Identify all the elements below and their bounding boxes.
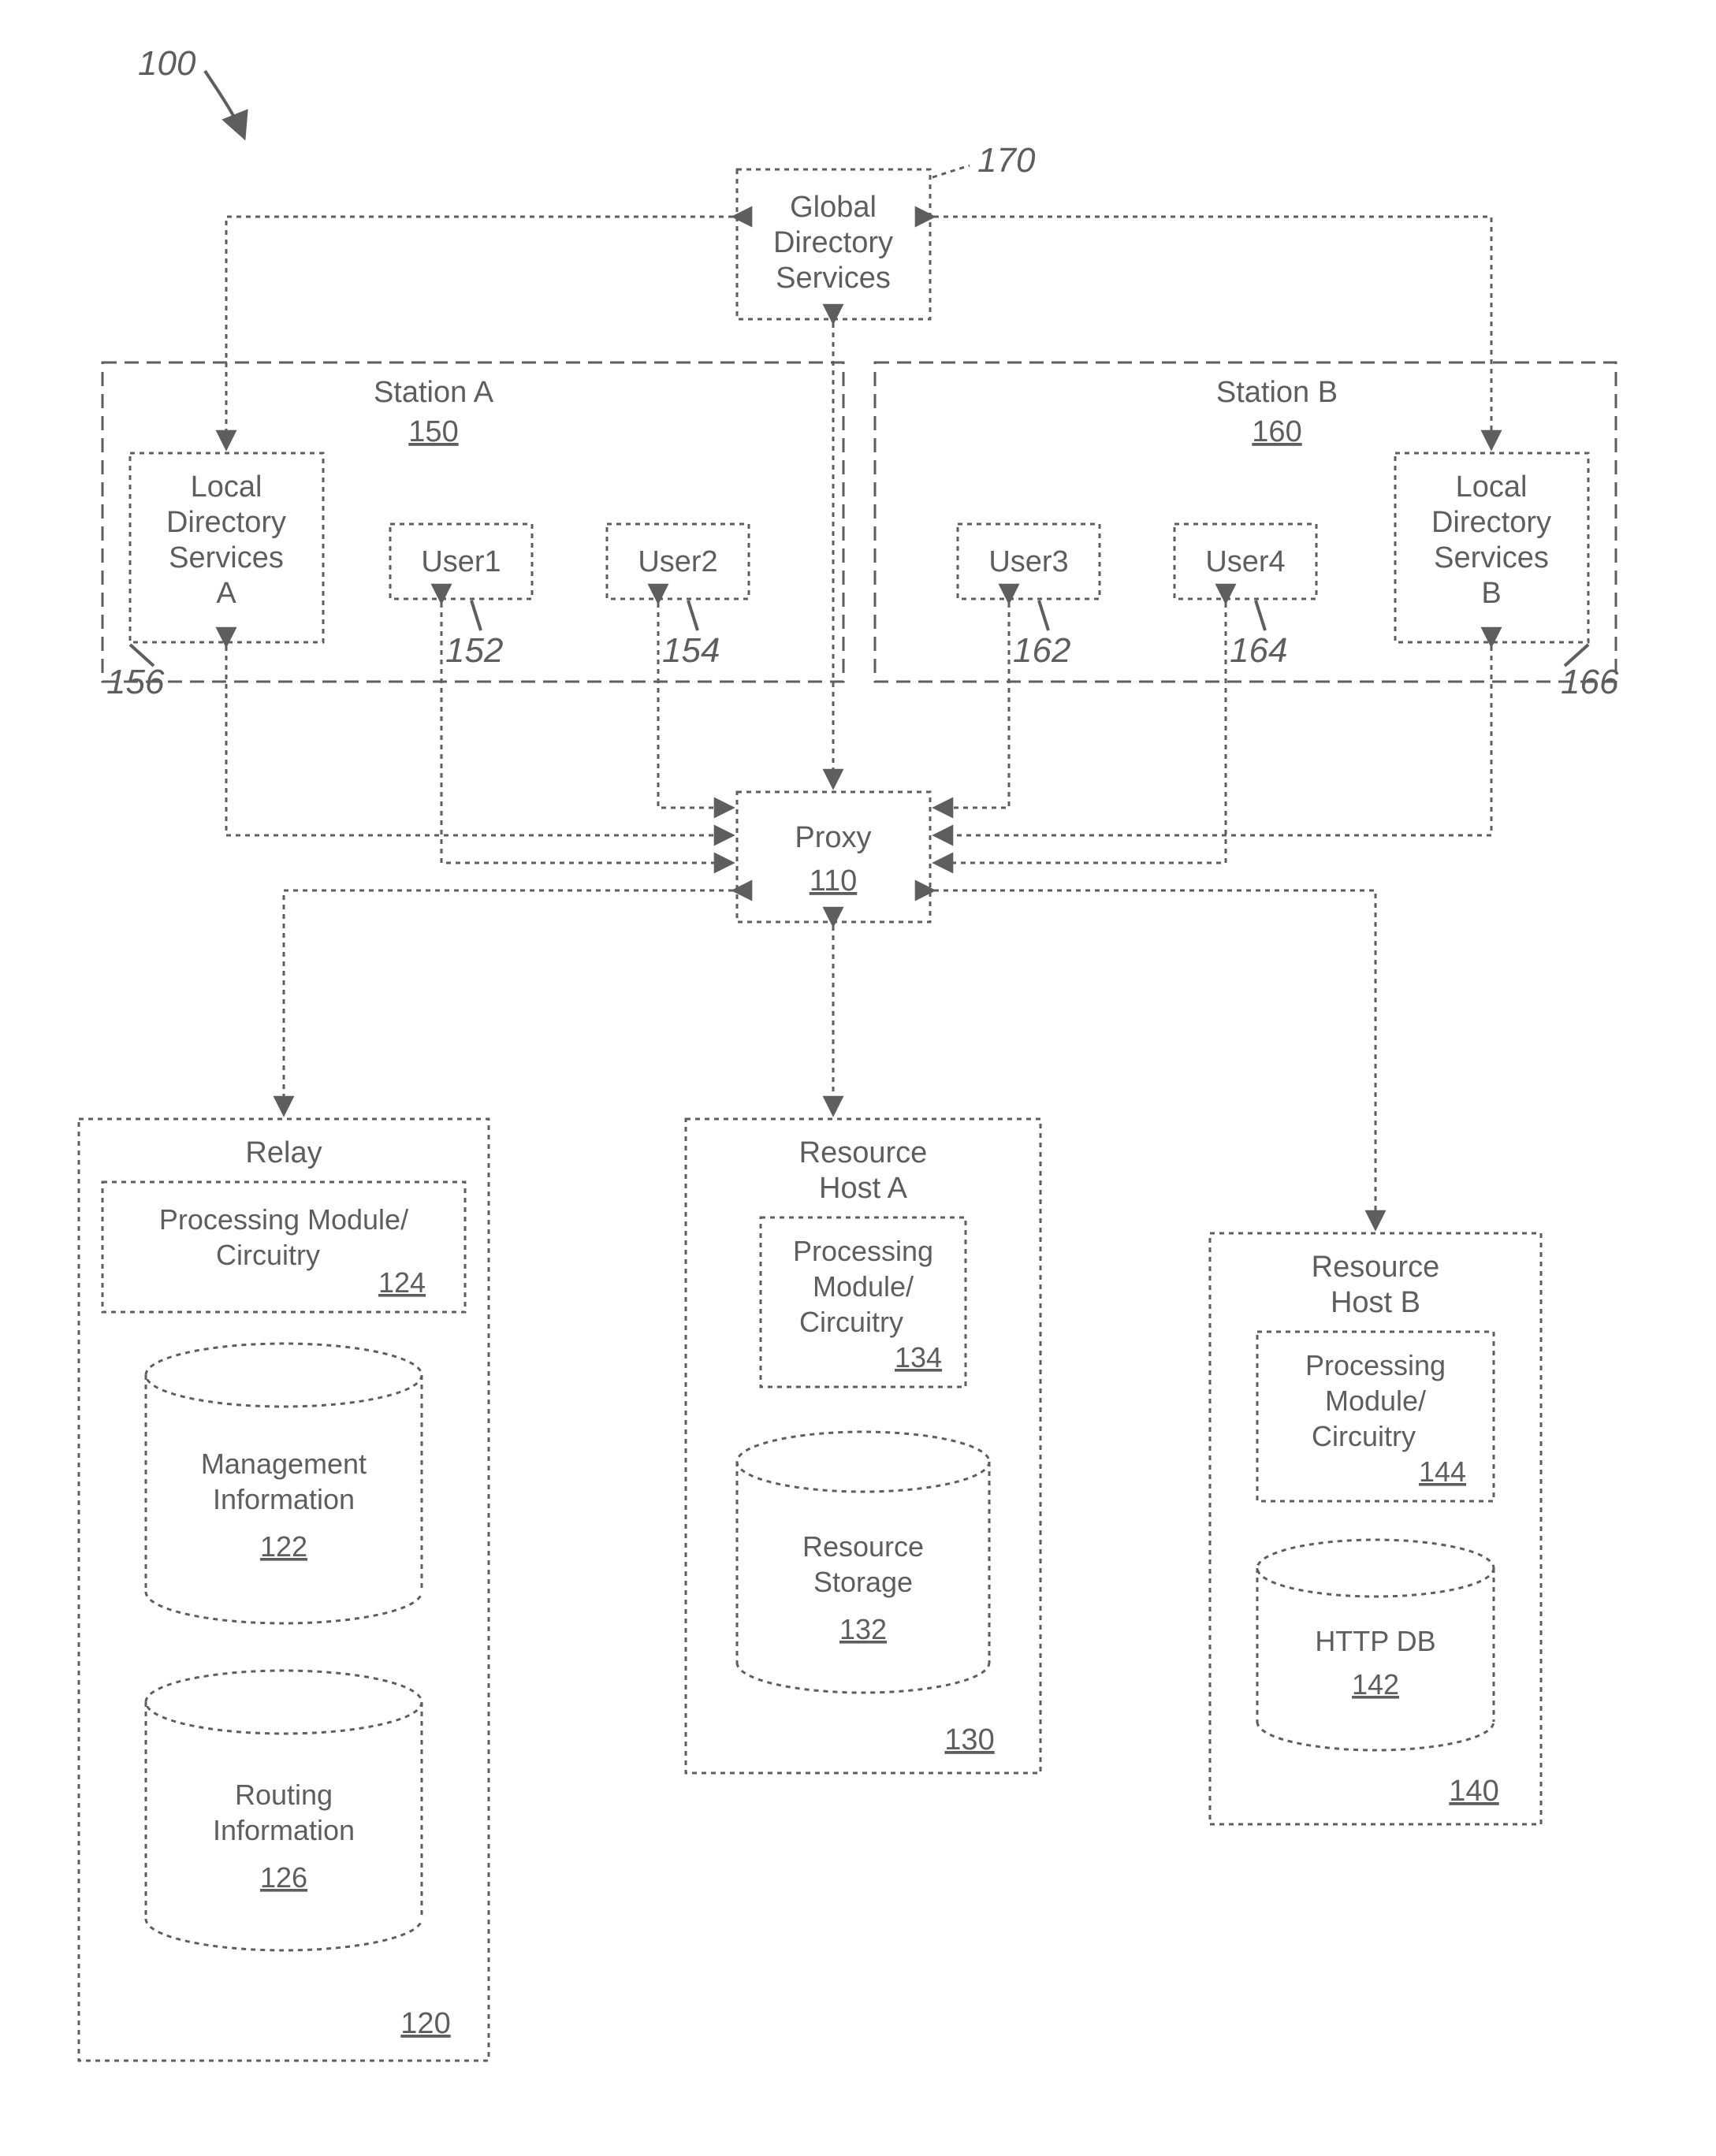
svg-text:Circuitry: Circuitry bbox=[799, 1306, 903, 1338]
svg-text:156: 156 bbox=[106, 663, 165, 701]
svg-text:Information: Information bbox=[213, 1483, 355, 1515]
svg-text:Information: Information bbox=[213, 1814, 355, 1846]
host-b-box: Resource Host B 140 Processing Module/ C… bbox=[1210, 1233, 1541, 1824]
svg-text:Circuitry: Circuitry bbox=[216, 1239, 320, 1271]
conn-ldsa-proxy bbox=[226, 646, 733, 835]
svg-text:Station B: Station B bbox=[1216, 376, 1338, 409]
svg-text:Services: Services bbox=[169, 541, 284, 574]
user3-box: User3 bbox=[958, 524, 1100, 599]
user1-box: User1 bbox=[390, 524, 532, 599]
svg-text:Resource: Resource bbox=[1312, 1251, 1440, 1284]
svg-text:134: 134 bbox=[895, 1341, 942, 1374]
global-ref-text: 170 bbox=[977, 141, 1036, 180]
svg-text:122: 122 bbox=[260, 1530, 307, 1563]
svg-text:Services: Services bbox=[1434, 541, 1549, 574]
svg-text:Local: Local bbox=[191, 470, 262, 504]
svg-text:110: 110 bbox=[810, 864, 858, 898]
svg-text:120: 120 bbox=[400, 2007, 450, 2040]
svg-text:Module/: Module/ bbox=[813, 1270, 914, 1303]
svg-text:Station A: Station A bbox=[374, 376, 494, 409]
svg-text:Resource: Resource bbox=[802, 1530, 924, 1563]
svg-text:Processing: Processing bbox=[793, 1235, 933, 1267]
conn-global-ldsa bbox=[226, 217, 733, 449]
lds-b-box: Local Directory Services B bbox=[1395, 453, 1588, 642]
svg-text:Processing: Processing bbox=[1305, 1349, 1446, 1381]
user4-ref-leader bbox=[1256, 600, 1265, 630]
svg-text:124: 124 bbox=[378, 1266, 426, 1299]
svg-text:User1: User1 bbox=[421, 545, 501, 578]
svg-text:Services: Services bbox=[776, 262, 891, 295]
svg-text:144: 144 bbox=[1419, 1455, 1466, 1488]
svg-text:Module/: Module/ bbox=[1325, 1385, 1426, 1417]
svg-text:Circuitry: Circuitry bbox=[1312, 1420, 1416, 1452]
svg-text:150: 150 bbox=[408, 415, 458, 448]
svg-text:Host A: Host A bbox=[819, 1172, 908, 1205]
svg-text:Directory: Directory bbox=[773, 226, 893, 259]
svg-text:User2: User2 bbox=[638, 545, 717, 578]
svg-text:User4: User4 bbox=[1205, 545, 1285, 578]
svg-text:166: 166 bbox=[1561, 663, 1619, 701]
svg-text:Host B: Host B bbox=[1331, 1286, 1420, 1319]
svg-text:User3: User3 bbox=[988, 545, 1068, 578]
global-ref-leader bbox=[932, 165, 970, 177]
svg-text:Directory: Directory bbox=[166, 506, 286, 539]
svg-text:126: 126 bbox=[260, 1861, 307, 1894]
svg-text:B: B bbox=[1481, 577, 1501, 610]
user4-box: User4 bbox=[1174, 524, 1316, 599]
svg-text:Proxy: Proxy bbox=[795, 821, 871, 854]
svg-text:Routing: Routing bbox=[235, 1779, 333, 1811]
svg-text:152: 152 bbox=[445, 631, 503, 670]
global-directory-services-box: Global Directory Services bbox=[737, 169, 930, 319]
svg-text:HTTP DB: HTTP DB bbox=[1315, 1625, 1435, 1657]
svg-text:Processing Module/: Processing Module/ bbox=[159, 1203, 408, 1236]
host-b-http-db: HTTP DB 142 bbox=[1257, 1540, 1494, 1750]
svg-text:Resource: Resource bbox=[799, 1136, 928, 1169]
svg-text:160: 160 bbox=[1252, 415, 1301, 448]
conn-proxy-hostb bbox=[934, 890, 1375, 1229]
conn-user3-proxy bbox=[934, 603, 1009, 808]
svg-text:140: 140 bbox=[1449, 1775, 1498, 1808]
station-b-group: Station B 160 User3 162 User4 164 Local … bbox=[875, 362, 1619, 701]
svg-text:130: 130 bbox=[944, 1723, 994, 1756]
svg-text:A: A bbox=[216, 577, 236, 610]
conn-proxy-relay bbox=[284, 890, 733, 1115]
host-a-storage-db: Resource Storage 132 bbox=[737, 1432, 989, 1693]
user2-ref-leader bbox=[688, 600, 698, 630]
svg-text:164: 164 bbox=[1230, 631, 1287, 670]
svg-text:Management: Management bbox=[201, 1448, 367, 1480]
svg-text:Relay: Relay bbox=[245, 1136, 322, 1169]
figure-ref-label: 100 bbox=[138, 44, 196, 83]
svg-text:154: 154 bbox=[662, 631, 720, 670]
figure-ref-arrow bbox=[205, 71, 244, 138]
relay-route-db: Routing Information 126 bbox=[146, 1671, 422, 1950]
svg-text:Storage: Storage bbox=[813, 1566, 913, 1598]
relay-mgmt-db: Management Information 122 bbox=[146, 1344, 422, 1623]
station-a-group: Station A 150 Local Directory Services A… bbox=[102, 362, 843, 701]
svg-text:142: 142 bbox=[1352, 1668, 1399, 1701]
svg-text:Global: Global bbox=[790, 191, 877, 224]
user3-ref-leader bbox=[1039, 600, 1048, 630]
svg-text:Directory: Directory bbox=[1431, 506, 1551, 539]
svg-text:Local: Local bbox=[1456, 470, 1528, 504]
conn-user4-proxy bbox=[934, 603, 1226, 863]
user2-box: User2 bbox=[607, 524, 749, 599]
conn-ldsb-proxy bbox=[934, 646, 1491, 835]
system-diagram: 100 Global Directory Services 170 Statio… bbox=[0, 0, 1716, 2156]
lds-a-box: Local Directory Services A bbox=[130, 453, 323, 642]
conn-global-ldsb bbox=[934, 217, 1491, 449]
svg-text:162: 162 bbox=[1013, 631, 1070, 670]
svg-text:132: 132 bbox=[839, 1613, 887, 1645]
host-a-box: Resource Host A 130 Processing Module/ C… bbox=[686, 1119, 1040, 1773]
relay-box: Relay 120 Processing Module/ Circuitry 1… bbox=[79, 1119, 489, 2061]
user1-ref-leader bbox=[471, 600, 481, 630]
proxy-box: Proxy 110 bbox=[737, 792, 930, 922]
